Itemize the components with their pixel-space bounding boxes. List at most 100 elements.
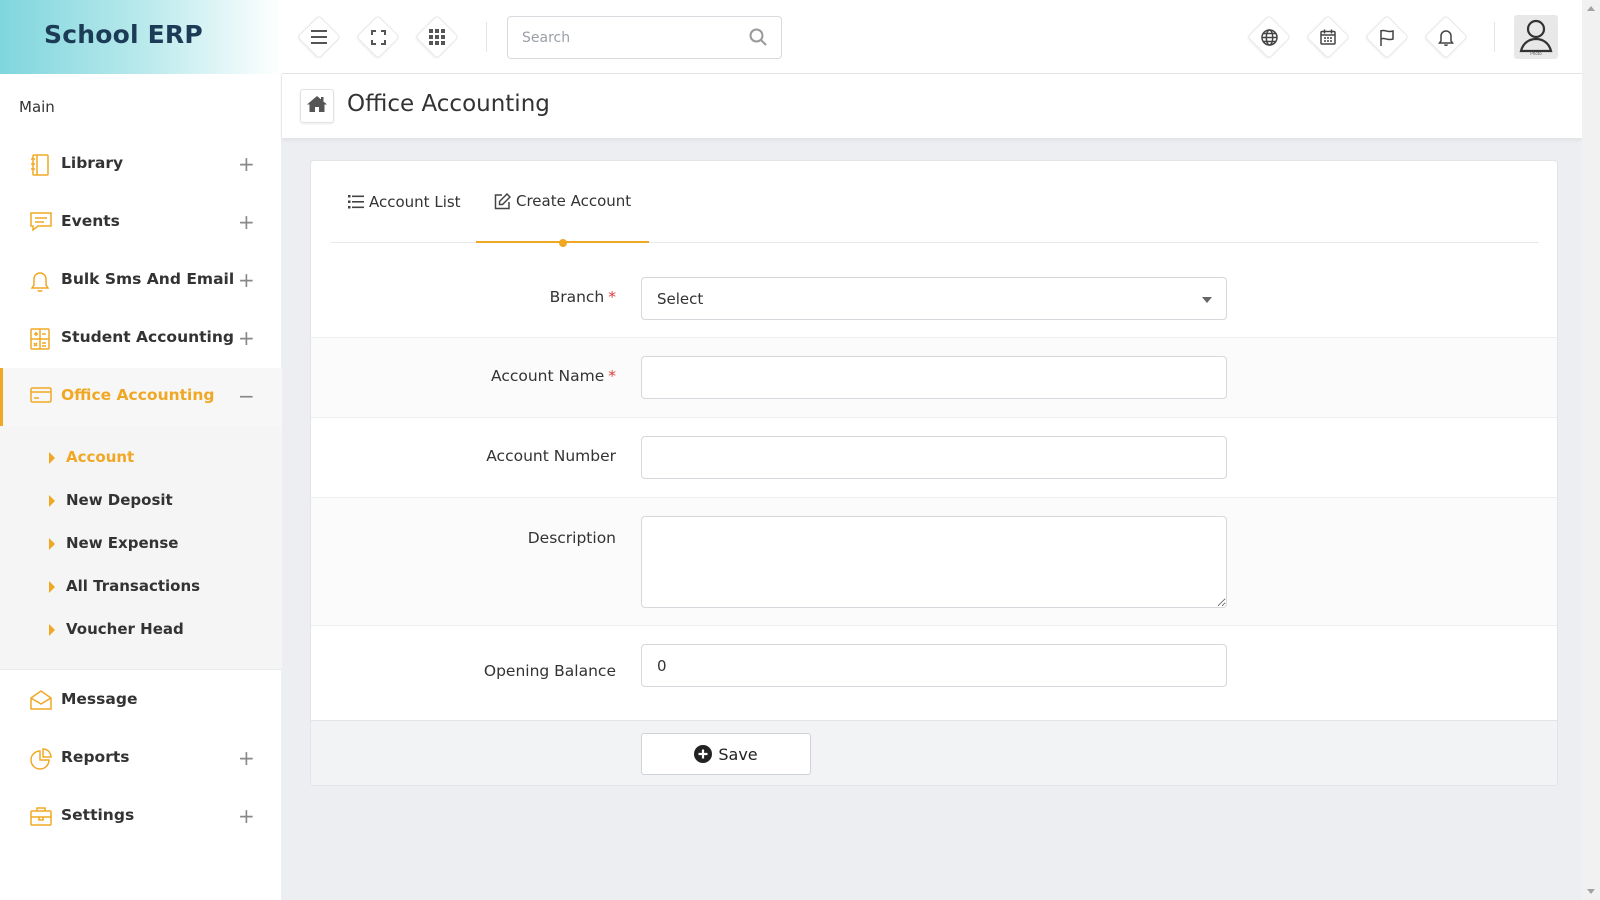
- tab-account-list[interactable]: Account List: [348, 161, 461, 243]
- sidebar-item-library[interactable]: Library +: [0, 136, 282, 194]
- submenu-item-new-expense[interactable]: New Expense: [0, 525, 282, 565]
- submenu-item-voucher-head[interactable]: Voucher Head: [0, 611, 282, 651]
- form-row-opening-balance: Opening Balance: [311, 626, 1557, 720]
- save-button[interactable]: Save: [641, 733, 811, 775]
- sidebar-item-label: Bulk Sms And Email: [61, 270, 235, 288]
- branch-select[interactable]: Select: [641, 277, 1227, 320]
- account-name-label: Account Name *: [491, 367, 616, 385]
- active-indicator: [0, 368, 3, 426]
- account-number-label: Account Number: [486, 447, 616, 465]
- calendar-button[interactable]: [1306, 15, 1350, 59]
- apps-grid-icon: [419, 19, 455, 55]
- language-button[interactable]: [1247, 15, 1291, 59]
- opening-balance-field[interactable]: [641, 644, 1227, 687]
- sidebar-item-message[interactable]: Message: [0, 672, 282, 730]
- chevron-down-icon: [1202, 297, 1212, 303]
- create-account-panel: Account List Create Account Branch * Sele…: [310, 160, 1558, 786]
- submenu-item-label: New Expense: [66, 534, 179, 552]
- tab-create-account[interactable]: Create Account: [476, 161, 650, 247]
- office-accounting-submenu: Account New Deposit New Expense All Tran…: [0, 426, 282, 670]
- required-marker: *: [608, 288, 616, 306]
- page-title: Office Accounting: [347, 91, 550, 117]
- expand-icon[interactable]: +: [238, 746, 255, 770]
- sidebar-item-label: Message: [61, 690, 138, 708]
- pie-chart-icon: [30, 748, 52, 770]
- header-divider: [486, 22, 487, 52]
- scroll-down-icon[interactable]: [1587, 889, 1595, 894]
- flag-icon: [1369, 19, 1405, 55]
- brand-logo-text[interactable]: School ERP: [44, 20, 203, 49]
- user-avatar[interactable]: Photo: [1514, 15, 1558, 59]
- caret-right-icon: [49, 581, 55, 593]
- sidebar-section-title: Main: [19, 98, 55, 116]
- brand-area: School ERP: [0, 0, 282, 74]
- page-heading-bar: Office Accounting: [282, 74, 1582, 138]
- branch-label: Branch *: [549, 288, 616, 306]
- scroll-up-icon[interactable]: [1587, 6, 1595, 11]
- caret-right-icon: [49, 452, 55, 464]
- sidebar-item-reports[interactable]: Reports +: [0, 730, 282, 788]
- expand-icon[interactable]: +: [238, 152, 255, 176]
- edit-icon: [494, 192, 511, 210]
- bell-icon: [30, 270, 52, 292]
- menu-toggle-button[interactable]: [297, 15, 341, 59]
- sidebar-item-student-accounting[interactable]: Student Accounting +: [0, 310, 282, 368]
- envelope-icon: [30, 690, 52, 712]
- briefcase-icon: [30, 806, 52, 828]
- credit-card-icon: [30, 386, 52, 408]
- tab-label: Account List: [369, 193, 461, 211]
- bell-icon: [1428, 19, 1464, 55]
- book-icon: [30, 154, 52, 176]
- fullscreen-icon: [360, 19, 396, 55]
- header-divider-right: [1494, 22, 1495, 52]
- page-scrollbar[interactable]: [1582, 0, 1600, 900]
- fullscreen-button[interactable]: [356, 15, 400, 59]
- calculator-icon: [30, 328, 52, 350]
- sidebar-item-office-accounting[interactable]: Office Accounting −: [0, 368, 282, 426]
- submenu-item-account[interactable]: Account: [0, 439, 282, 479]
- caret-right-icon: [49, 538, 55, 550]
- expand-icon[interactable]: +: [238, 268, 255, 292]
- save-button-label: Save: [718, 744, 758, 764]
- sidebar-item-events[interactable]: Events +: [0, 194, 282, 252]
- form-row-branch: Branch * Select: [311, 261, 1557, 338]
- home-button[interactable]: [300, 89, 334, 123]
- expand-icon[interactable]: +: [238, 326, 255, 350]
- submenu-item-label: All Transactions: [66, 577, 201, 595]
- form-footer: Save: [311, 720, 1557, 785]
- submenu-item-new-deposit[interactable]: New Deposit: [0, 482, 282, 522]
- expand-icon[interactable]: +: [238, 210, 255, 234]
- sidebar: Main Library + Events + Bulk Sms And Ema…: [0, 74, 282, 900]
- list-icon: [348, 195, 364, 209]
- tab-label: Create Account: [516, 192, 632, 210]
- tab-bar: Account List Create Account: [331, 161, 1539, 247]
- notifications-button[interactable]: [1424, 15, 1468, 59]
- sidebar-item-label: Events: [61, 212, 120, 230]
- submenu-item-all-transactions[interactable]: All Transactions: [0, 568, 282, 608]
- form-row-account-number: Account Number: [311, 418, 1557, 498]
- sidebar-item-label: Office Accounting: [61, 386, 215, 404]
- account-number-field[interactable]: [641, 436, 1227, 479]
- opening-balance-label: Opening Balance: [483, 662, 616, 680]
- caret-right-icon: [49, 624, 55, 636]
- expand-icon[interactable]: +: [238, 804, 255, 828]
- sidebar-item-bulk-sms[interactable]: Bulk Sms And Email +: [0, 252, 282, 310]
- submenu-item-label: New Deposit: [66, 491, 173, 509]
- search-icon[interactable]: [749, 28, 767, 50]
- description-textarea[interactable]: [641, 516, 1227, 608]
- flag-button[interactable]: [1365, 15, 1409, 59]
- required-marker: *: [608, 367, 616, 385]
- account-name-field[interactable]: [641, 356, 1227, 399]
- caret-right-icon: [49, 495, 55, 507]
- search-input[interactable]: [508, 17, 738, 58]
- branch-select-value: Select: [657, 289, 704, 308]
- sidebar-item-label: Library: [61, 154, 124, 172]
- sidebar-item-settings[interactable]: Settings +: [0, 788, 282, 846]
- form-row-account-name: Account Name *: [311, 338, 1557, 418]
- sidebar-item-label: Settings: [61, 806, 135, 824]
- apps-grid-button[interactable]: [415, 15, 459, 59]
- chat-icon: [30, 212, 52, 234]
- globe-icon: [1251, 19, 1287, 55]
- svg-text:Photo: Photo: [1530, 51, 1542, 56]
- collapse-icon[interactable]: −: [238, 384, 255, 408]
